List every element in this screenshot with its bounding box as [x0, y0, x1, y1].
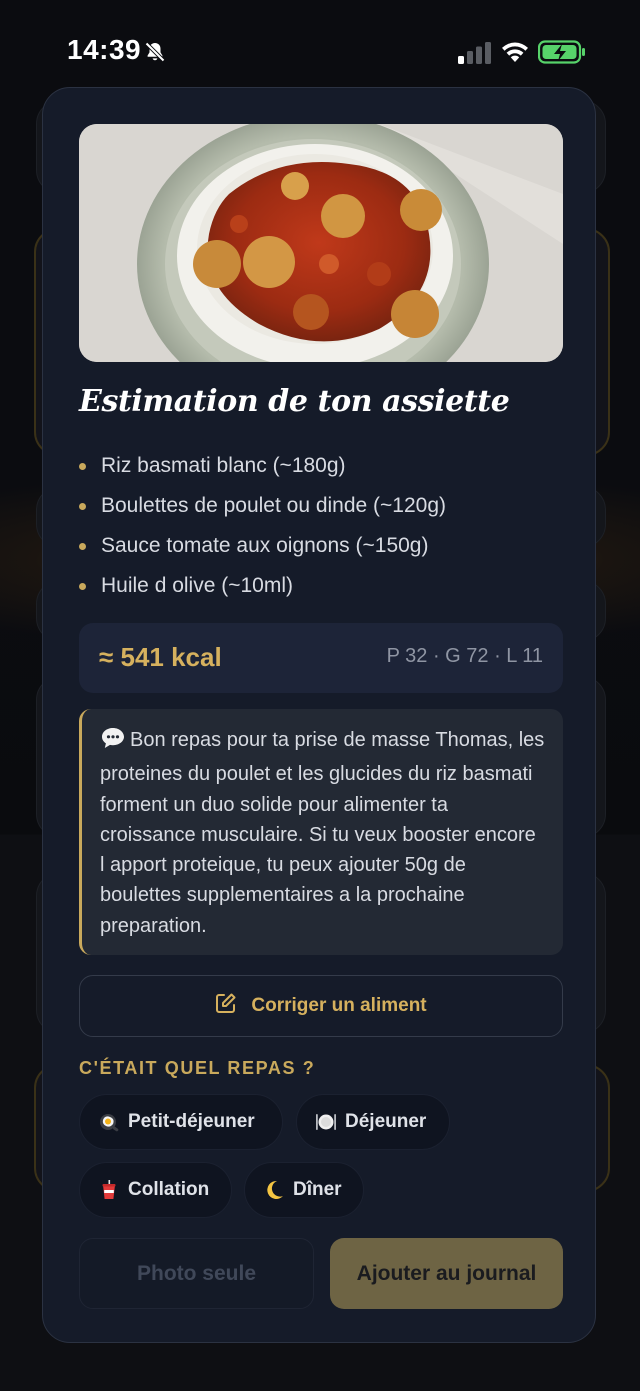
- bell-slash-icon: [143, 40, 167, 69]
- food-item: Boulettes de poulet ou dinde (~120g): [79, 488, 563, 528]
- cellular-signal-icon: [458, 42, 492, 69]
- meal-chip-label: Dîner: [293, 1179, 342, 1200]
- fix-food-label: Corriger un aliment: [251, 995, 427, 1016]
- meal-chip-snack[interactable]: Collation: [79, 1162, 232, 1218]
- advice-text: Bon repas pour ta prise de masse Thomas,…: [100, 729, 545, 937]
- fried-egg-icon: [98, 1111, 120, 1133]
- meal-chip-lunch[interactable]: Déjeuner: [296, 1094, 450, 1150]
- macros-value: P 32 · G 72 · L 11: [386, 645, 543, 667]
- meal-photo: [79, 124, 563, 362]
- nutrition-summary: ≈ 541 kcal P 32 · G 72 · L 11: [79, 623, 563, 693]
- food-item-label: Huile d olive (~10ml): [101, 574, 293, 597]
- food-item-label: Sauce tomate aux oignons (~150g): [101, 534, 429, 557]
- speech-bubble-icon: [100, 726, 126, 759]
- food-item-label: Boulettes de poulet ou dinde (~120g): [101, 494, 447, 517]
- bullet-dot: [79, 583, 86, 590]
- meal-type-heading: C'ÉTAIT QUEL REPAS ?: [79, 1058, 316, 1078]
- food-item: Huile d olive (~10ml): [79, 568, 563, 608]
- food-item-label: Riz basmati blanc (~180g): [101, 454, 346, 477]
- photo-only-label: Photo seule: [136, 1261, 257, 1285]
- food-item: Sauce tomate aux oignons (~150g): [79, 528, 563, 568]
- plate-cutlery-icon: [315, 1111, 337, 1133]
- fix-food-button[interactable]: Corriger un aliment: [79, 975, 563, 1037]
- add-to-journal-label: Ajouter au journal: [356, 1261, 537, 1285]
- kcal-value: ≈ 541 kcal: [99, 642, 222, 672]
- meal-estimate-modal: Estimation de ton assiette Riz basmati b…: [42, 87, 596, 1343]
- bullet-dot: [79, 543, 86, 550]
- bullet-dot: [79, 503, 86, 510]
- battery-charging-icon: [537, 40, 586, 69]
- add-to-journal-button[interactable]: Ajouter au journal: [330, 1238, 563, 1309]
- coach-advice: Bon repas pour ta prise de masse Thomas,…: [79, 709, 563, 955]
- status-bar: 14:39: [0, 0, 640, 100]
- edit-icon: [215, 992, 237, 1020]
- estimate-title: Estimation de ton assiette: [79, 384, 510, 419]
- food-item: Riz basmati blanc (~180g): [79, 448, 563, 488]
- crescent-moon-icon: [263, 1179, 285, 1201]
- meal-chip-label: Déjeuner: [345, 1111, 427, 1132]
- bullet-dot: [79, 463, 86, 470]
- food-item-list: Riz basmati blanc (~180g) Boulettes de p…: [79, 448, 563, 608]
- meal-chip-label: Petit-déjeuner: [128, 1111, 255, 1132]
- cup-icon: [98, 1179, 120, 1201]
- meal-chip-label: Collation: [128, 1179, 210, 1200]
- meal-chip-dinner[interactable]: Dîner: [244, 1162, 364, 1218]
- screen: 14:39 Estimation de ton assiette Riz bas…: [0, 0, 640, 1391]
- status-time: 14:39: [67, 34, 142, 65]
- wifi-icon: [500, 40, 530, 69]
- meal-chip-breakfast[interactable]: Petit-déjeuner: [79, 1094, 283, 1150]
- photo-only-button[interactable]: Photo seule: [79, 1238, 314, 1309]
